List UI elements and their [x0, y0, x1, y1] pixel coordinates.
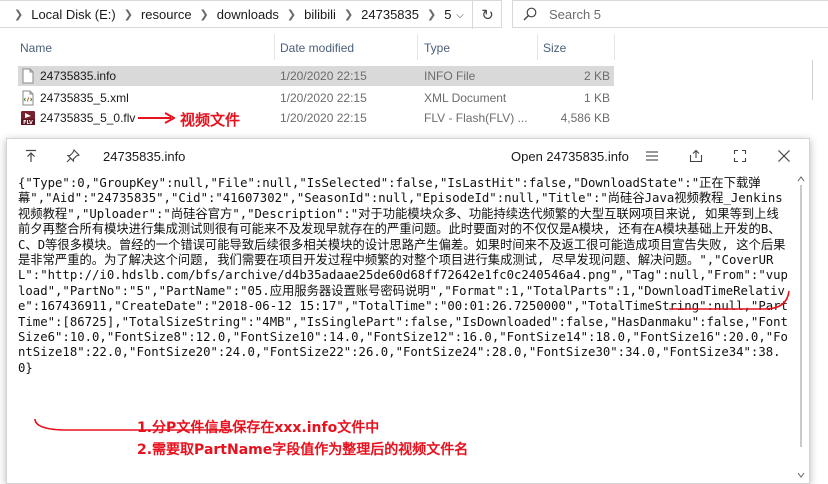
explorer-window: ❯ Local Disk (E:) ❯ resource ❯ downloads…	[0, 0, 828, 484]
file-type: INFO File	[424, 69, 476, 83]
open-file-button[interactable]: Open 24735835.info	[511, 149, 629, 164]
chevron-right-icon[interactable]: ❯	[14, 8, 23, 21]
column-header-size[interactable]: Size	[543, 38, 566, 58]
chevron-right-icon[interactable]: ❯	[344, 8, 353, 21]
scrollbar[interactable]	[797, 175, 805, 481]
arrow-right-icon	[138, 112, 175, 124]
file-date: 1/20/2020 22:15	[280, 69, 367, 83]
fullscreen-icon[interactable]	[732, 148, 748, 164]
file-row[interactable]: 24735835_5.xml 1/20/2020 22:15 XML Docum…	[18, 88, 614, 108]
note-line: 1.分P文件信息保存在xxx.info文件中	[137, 420, 380, 436]
move-to-top-icon[interactable]	[23, 148, 39, 164]
preview-title: 24735835.info	[103, 149, 186, 164]
breadcrumb-item[interactable]: 24735835	[361, 7, 419, 22]
file-size: 4,586 KB	[560, 111, 610, 125]
chevron-right-icon[interactable]: ❯	[124, 8, 133, 21]
column-divider[interactable]	[537, 34, 538, 60]
file-type: XML Document	[424, 91, 507, 105]
file-type: FLV - Flash(FLV) ...	[424, 111, 528, 125]
breadcrumb-item[interactable]: Local Disk (E:)	[31, 7, 116, 22]
refresh-icon[interactable]: ↻	[472, 1, 502, 29]
menu-icon[interactable]	[644, 148, 660, 164]
svg-text:FLV: FLV	[23, 120, 33, 126]
share-icon[interactable]	[688, 148, 704, 164]
breadcrumb-item[interactable]: resource	[141, 7, 192, 22]
navigation-bar: ❯ Local Disk (E:) ❯ resource ❯ downloads…	[0, 0, 828, 30]
red-underline-mark	[669, 290, 790, 310]
file-name: 24735835_5.xml	[40, 91, 129, 105]
file-size: 2 KB	[583, 69, 610, 83]
preview-toolbar: 24735835.info Open 24735835.info	[7, 139, 809, 173]
file-content-text: {"Type":0,"GroupKey":null,"File":null,"I…	[18, 176, 788, 375]
chevron-right-icon[interactable]: ❯	[287, 8, 296, 21]
file-row[interactable]: 24735835.info 1/20/2020 22:15 INFO File …	[18, 66, 614, 86]
file-date: 1/20/2020 22:15	[280, 91, 367, 105]
column-header-date[interactable]: Date modified	[280, 38, 354, 58]
file-row[interactable]: FLV 24735835_5_0.flv 1/20/2020 22:15 FLV…	[18, 108, 614, 128]
column-divider[interactable]	[274, 34, 275, 60]
file-name: 24735835.info	[40, 69, 117, 83]
file-name: 24735835_5_0.flv	[40, 111, 136, 125]
column-divider[interactable]	[614, 34, 615, 60]
column-divider[interactable]	[417, 34, 418, 60]
document-icon	[22, 68, 34, 84]
breadcrumb-item[interactable]: bilibili	[304, 7, 336, 22]
chevron-down-icon[interactable]: ⌵	[448, 1, 472, 29]
chevron-right-icon[interactable]: ❯	[200, 8, 209, 21]
column-header-name[interactable]: Name	[20, 38, 52, 58]
pin-icon[interactable]	[65, 148, 81, 164]
column-header-type[interactable]: Type	[424, 38, 450, 58]
file-date: 1/20/2020 22:15	[280, 111, 367, 125]
close-icon[interactable]	[776, 148, 792, 164]
search-box[interactable]	[512, 0, 828, 28]
video-file-annotation: 视频文件	[180, 111, 241, 129]
xml-file-icon	[22, 90, 34, 106]
breadcrumb: ❯ Local Disk (E:) ❯ resource ❯ downloads…	[6, 7, 451, 22]
address-bar[interactable]: ❯ Local Disk (E:) ❯ resource ❯ downloads…	[0, 0, 502, 29]
chevron-right-icon[interactable]: ❯	[427, 8, 436, 21]
file-preview-popup: 24735835.info Open 24735835.info {"Type"…	[6, 138, 810, 484]
flv-file-icon: FLV	[21, 111, 35, 126]
search-input[interactable]	[549, 6, 789, 22]
file-size: 1 KB	[583, 91, 610, 105]
note-line: 2.需要取PartName字段值作为整理后的视频文件名	[137, 442, 469, 458]
breadcrumb-item[interactable]: downloads	[217, 7, 279, 22]
scrollbar-track[interactable]	[812, 60, 813, 100]
search-icon	[523, 7, 537, 21]
